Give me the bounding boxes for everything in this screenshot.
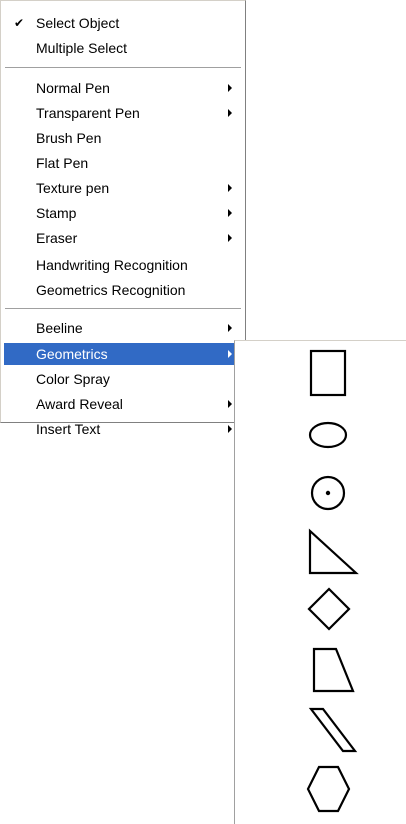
menu-separator [5, 67, 241, 69]
menu-item-label: Award Reveal [36, 396, 123, 412]
menu-item-label: Multiple Select [36, 40, 128, 56]
menu-item-label: Handwriting Recognition [36, 257, 188, 273]
menu-item-award-reveal[interactable]: Award Reveal [4, 393, 242, 415]
menu-item-label: Transparent Pen [36, 105, 140, 121]
menu-separator [5, 308, 241, 310]
menu-item-label: Stamp [36, 205, 77, 221]
menu-item-geometrics-recognition[interactable]: Geometrics Recognition [4, 279, 242, 301]
hexagon-icon[interactable] [299, 763, 363, 819]
context-menu: ✔ Select Object Multiple Select Normal P… [0, 0, 246, 437]
submenu-arrow-icon [228, 209, 232, 217]
menu-item-label: Beeline [36, 320, 83, 336]
menu-item-label: Color Spray [36, 371, 110, 387]
submenu-arrow-icon [228, 350, 232, 358]
submenu-arrow-icon [228, 425, 232, 433]
submenu-arrow-icon [228, 84, 232, 92]
menu-item-label: Select Object [36, 15, 120, 31]
rectangle-icon[interactable] [299, 347, 363, 403]
menu-item-label: Normal Pen [36, 80, 110, 96]
menu-item-geometrics[interactable]: Geometrics [4, 343, 242, 365]
parallelogram-icon[interactable] [299, 703, 363, 759]
menu-item-insert-text[interactable]: Insert Text [4, 418, 242, 440]
menu-item-label: Insert Text [36, 421, 101, 437]
menu-item-texture-pen[interactable]: Texture pen [4, 177, 242, 199]
menu-item-select-object[interactable]: ✔ Select Object [4, 12, 242, 34]
ellipse-icon[interactable] [299, 407, 363, 463]
menu-item-label: Texture pen [36, 180, 110, 196]
right-triangle-icon[interactable] [299, 525, 363, 581]
circle-with-center-icon[interactable] [299, 465, 363, 521]
menu-item-multiple-select[interactable]: Multiple Select [4, 37, 242, 59]
menu-item-stamp[interactable]: Stamp [4, 202, 242, 224]
diamond-icon[interactable] [299, 581, 363, 637]
submenu-arrow-icon [228, 184, 232, 192]
menu-item-color-spray[interactable]: Color Spray [4, 368, 242, 390]
menu-item-label: Geometrics Recognition [36, 282, 186, 298]
menu-item-beeline[interactable]: Beeline [4, 317, 242, 339]
menu-item-flat-pen[interactable]: Flat Pen [4, 152, 242, 174]
geometrics-submenu [234, 340, 406, 824]
trapezoid-icon[interactable] [299, 643, 363, 699]
menu-item-normal-pen[interactable]: Normal Pen [4, 77, 242, 99]
menu-item-label: Brush Pen [36, 130, 102, 146]
submenu-arrow-icon [228, 324, 232, 332]
menu-item-brush-pen[interactable]: Brush Pen [4, 127, 242, 149]
menu-item-transparent-pen[interactable]: Transparent Pen [4, 102, 242, 124]
submenu-arrow-icon [228, 109, 232, 117]
submenu-arrow-icon [228, 400, 232, 408]
menu-item-label: Flat Pen [36, 155, 89, 171]
menu-item-eraser[interactable]: Eraser [4, 227, 242, 249]
menu-item-label: Eraser [36, 230, 78, 246]
checkmark-icon: ✔ [14, 16, 25, 30]
submenu-arrow-icon [228, 234, 232, 242]
menu-item-handwriting-recognition[interactable]: Handwriting Recognition [4, 254, 242, 276]
menu-item-label: Geometrics [36, 346, 108, 362]
